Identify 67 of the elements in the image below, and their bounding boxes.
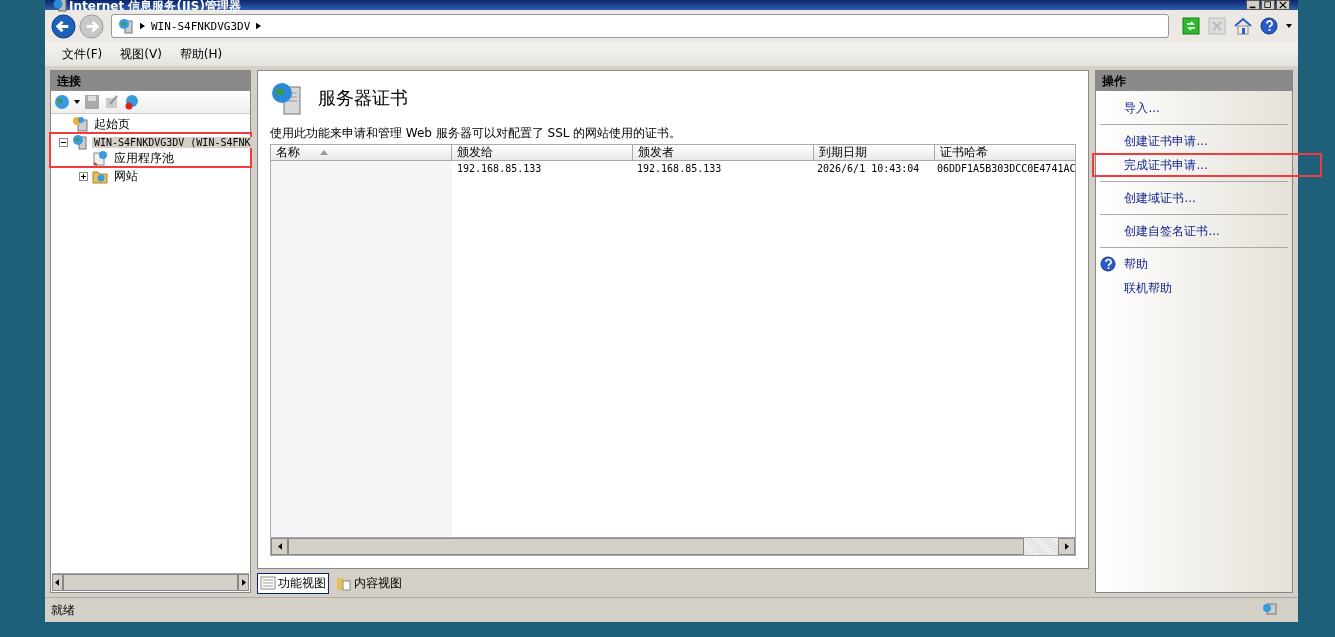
app-icon [53,0,67,12]
action-link[interactable]: 联机帮助 [1124,279,1173,297]
table-cell: 2026/6/1 10:43:04 [817,163,920,174]
folder-globe-icon [92,168,108,184]
home-icon[interactable] [1234,17,1252,35]
column-header[interactable]: 到期日期 [814,145,935,160]
action-link[interactable]: 帮助 [1124,255,1149,273]
table-cell: 192.168.85.133 [457,163,542,174]
edit-icon[interactable] [104,94,120,110]
caret-icon[interactable] [74,100,80,104]
window-title: Internet 信息服务(IIS)管理器 [69,0,241,12]
column-header[interactable]: 证书哈希 [935,145,1076,160]
close-icon [1279,1,1287,9]
feature-title: 服务器证书 [318,86,408,110]
scroll-right-icon [241,579,246,586]
status-text: 就绪 [51,601,75,619]
sort-ascending-icon [320,150,328,155]
address-bar[interactable]: WIN-S4FNKDVG3DV [111,14,1169,38]
tree-item[interactable]: 网站 [112,167,140,185]
feature-description: 使用此功能来申请和管理 Web 服务器可以对配置了 SSL 的网站使用的证书。 [270,125,683,142]
maximize-icon [1264,1,1272,9]
view-tab[interactable]: 功能视图 [257,572,329,594]
action-link[interactable]: 导入... [1124,99,1160,117]
view-tab[interactable]: 内容视图 [333,572,405,594]
menu-item[interactable]: 文件(F) [62,45,103,63]
tree-item[interactable]: 应用程序池 [112,149,176,167]
panel-title: 操作 [1102,72,1127,90]
horizontal-scrollbar[interactable] [52,573,249,591]
action-link[interactable]: 创建自签名证书... [1124,222,1220,240]
minimize-button[interactable] [1246,0,1260,10]
disconnect-globe-icon[interactable] [124,94,140,110]
caret-icon[interactable] [1286,24,1292,28]
column-header[interactable]: 颁发给 [452,145,633,160]
breadcrumb-arrow-icon [140,22,145,30]
app-pool-icon [92,150,108,166]
breadcrumb-item[interactable]: WIN-S4FNKDVG3DV [151,19,251,33]
start-page-icon [72,116,88,132]
close-button[interactable] [1276,0,1290,10]
back-button[interactable] [51,13,76,39]
maximize-button[interactable] [1261,0,1275,10]
server-globe-icon [270,81,304,115]
help-icon [1100,256,1117,272]
column-header[interactable]: 颁发者 [633,145,814,160]
menu-item[interactable]: 帮助(H) [179,45,223,63]
scroll-right-icon [1065,543,1069,550]
list-view-icon [260,575,276,591]
breadcrumb-arrow-icon [256,22,262,30]
folder-document-icon [336,575,352,591]
help-icon[interactable] [1260,17,1278,35]
table-cell: 06DDF1A5B303DCC0E4741AC [937,163,1076,174]
scrollbar-thumb[interactable] [62,574,239,591]
scroll-left-icon [277,543,282,550]
action-link[interactable]: 创建证书申请... [1124,132,1208,150]
tree-item[interactable]: 起始页 [92,115,132,133]
scroll-left-icon [55,579,60,586]
action-link[interactable]: 创建域证书... [1124,189,1196,207]
server-globe-icon [118,18,134,34]
panel-title: 连接 [57,72,81,90]
server-globe-icon [72,134,88,150]
tree-item[interactable]: WIN-S4FNKDVG3DV (WIN-S4FNK [92,136,253,148]
collapse-toggle[interactable] [59,137,68,147]
column-header[interactable]: 名称 [271,145,452,160]
table-cell: 192.168.85.133 [637,163,722,174]
refresh-icon[interactable] [1182,17,1200,35]
network-icon [1262,602,1278,618]
expand-toggle[interactable] [79,171,88,181]
menu-item[interactable]: 视图(V) [120,45,162,63]
